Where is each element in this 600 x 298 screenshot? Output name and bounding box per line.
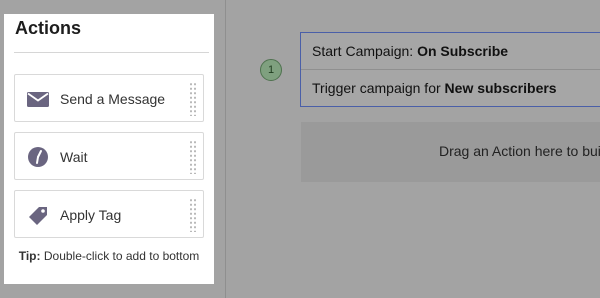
drag-handle-icon[interactable] [189, 82, 197, 116]
tip-label: Tip: [18, 249, 41, 263]
trigger-description: Trigger campaign for New subscribers [301, 70, 600, 107]
action-send-message[interactable]: Send a Message [14, 74, 204, 122]
tip-body: Double-click to add to bottom [40, 249, 200, 263]
action-label: Apply Tag [60, 207, 122, 223]
panel-divider [14, 52, 209, 53]
actions-panel: Actions Send a Message Wait Apply Tag Ti… [4, 14, 214, 284]
action-apply-tag[interactable]: Apply Tag [14, 190, 204, 238]
step-number-badge: 1 [260, 59, 282, 81]
trigger-description-value: New subscribers [444, 80, 557, 96]
action-wait[interactable]: Wait [14, 132, 204, 180]
action-drop-zone[interactable]: Drag an Action here to build [301, 122, 600, 182]
trigger-title-value: On Subscribe [417, 43, 509, 59]
panel-title: Actions [15, 18, 82, 38]
trigger-title: Start Campaign: On Subscribe [301, 33, 600, 70]
trigger-description-prefix: Trigger campaign for [312, 80, 445, 96]
clock-icon [26, 146, 50, 168]
tip-text: Tip: Double-click to add to bottom [14, 248, 204, 265]
drop-zone-hint: Drag an Action here to build [439, 143, 600, 159]
trigger-title-prefix: Start Campaign: [312, 43, 418, 59]
action-label: Send a Message [60, 91, 166, 107]
panel-separator [225, 0, 226, 298]
envelope-icon [26, 88, 50, 110]
tag-icon [26, 204, 50, 226]
action-label: Wait [60, 149, 88, 165]
trigger-card[interactable]: Start Campaign: On Subscribe Trigger cam… [300, 32, 600, 107]
drag-handle-icon[interactable] [189, 198, 197, 232]
drag-handle-icon[interactable] [189, 140, 197, 174]
